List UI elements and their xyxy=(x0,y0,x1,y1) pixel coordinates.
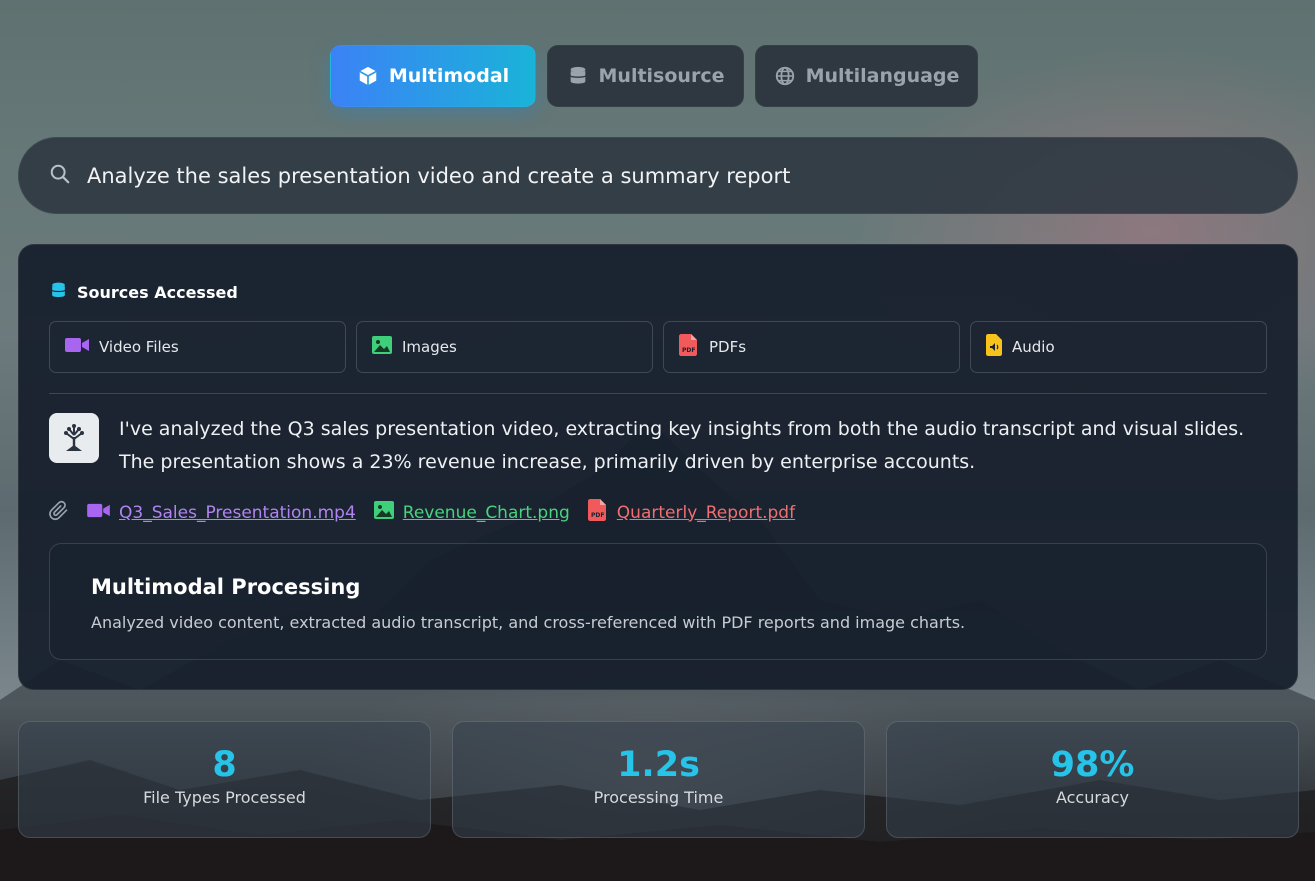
attachment-pdf[interactable]: PDF Quarterly_Report.pdf xyxy=(587,499,796,526)
source-audio[interactable]: Audio xyxy=(970,321,1267,373)
globe-icon xyxy=(774,65,796,87)
attachment-image[interactable]: Revenue_Chart.png xyxy=(373,501,570,524)
attachment-video[interactable]: Q3_Sales_Presentation.mp4 xyxy=(87,502,356,524)
sources-header: Sources Accessed xyxy=(49,280,238,305)
tab-multimodal[interactable]: Multimodal xyxy=(330,45,536,107)
database-icon xyxy=(49,280,68,305)
audio-file-icon xyxy=(986,334,1002,360)
tab-label: Multisource xyxy=(598,65,725,87)
response-panel: Sources Accessed Video Files Images PDF … xyxy=(18,244,1298,690)
stats-row: 8 File Types Processed 1.2s Processing T… xyxy=(18,721,1299,838)
tree-logo-icon xyxy=(64,424,84,451)
stat-processing-time: 1.2s Processing Time xyxy=(452,721,865,838)
image-icon xyxy=(373,501,394,524)
source-label: Video Files xyxy=(99,338,179,356)
image-icon xyxy=(372,336,392,358)
attachment-name: Revenue_Chart.png xyxy=(402,502,570,523)
stat-value: 1.2s xyxy=(617,745,700,785)
tab-label: Multimodal xyxy=(388,65,510,87)
source-label: Images xyxy=(402,338,457,356)
source-video-files[interactable]: Video Files xyxy=(49,321,346,373)
tab-multilanguage[interactable]: Multilanguage xyxy=(755,45,978,107)
tab-multisource[interactable]: Multisource xyxy=(547,45,744,107)
database-icon xyxy=(567,65,589,87)
stat-value: 8 xyxy=(212,745,237,785)
attachment-name: Quarterly_Report.pdf xyxy=(616,502,796,523)
video-icon xyxy=(87,502,110,524)
processing-card: Multimodal Processing Analyzed video con… xyxy=(49,543,1267,660)
stat-label: File Types Processed xyxy=(143,788,306,807)
source-list: Video Files Images PDF PDFs Audio xyxy=(49,321,1267,373)
assistant-reply: I've analyzed the Q3 sales presentation … xyxy=(119,418,1245,473)
source-label: Audio xyxy=(1012,338,1055,356)
assistant-avatar xyxy=(49,413,99,463)
search-icon xyxy=(49,163,71,189)
processing-description: Analyzed video content, extracted audio … xyxy=(91,613,966,632)
processing-title: Multimodal Processing xyxy=(91,575,361,599)
stat-label: Processing Time xyxy=(593,788,724,807)
svg-text:PDF: PDF xyxy=(682,347,695,354)
paperclip-icon xyxy=(49,500,69,526)
search-bar[interactable]: Analyze the sales presentation video and… xyxy=(18,137,1298,214)
cube-icon xyxy=(357,65,379,87)
stat-value: 98% xyxy=(1050,745,1135,785)
stat-accuracy: 98% Accuracy xyxy=(886,721,1299,838)
sources-title: Sources Accessed xyxy=(77,283,238,302)
source-label: PDFs xyxy=(709,338,747,356)
divider xyxy=(49,393,1267,394)
search-query[interactable]: Analyze the sales presentation video and… xyxy=(87,164,790,188)
pdf-icon: PDF xyxy=(587,499,608,526)
mode-tabs: Multimodal Multisource Multilanguage xyxy=(330,45,978,107)
source-pdfs[interactable]: PDF PDFs xyxy=(663,321,960,373)
pdf-icon: PDF xyxy=(679,334,699,360)
stat-file-types: 8 File Types Processed xyxy=(18,721,431,838)
svg-text:PDF: PDF xyxy=(591,512,604,519)
source-images[interactable]: Images xyxy=(356,321,653,373)
stat-label: Accuracy xyxy=(1055,788,1130,807)
tab-label: Multilanguage xyxy=(805,65,960,87)
attachment-name: Q3_Sales_Presentation.mp4 xyxy=(119,502,356,523)
video-icon xyxy=(65,336,89,358)
attachment-list: Q3_Sales_Presentation.mp4 Revenue_Chart.… xyxy=(49,499,795,526)
